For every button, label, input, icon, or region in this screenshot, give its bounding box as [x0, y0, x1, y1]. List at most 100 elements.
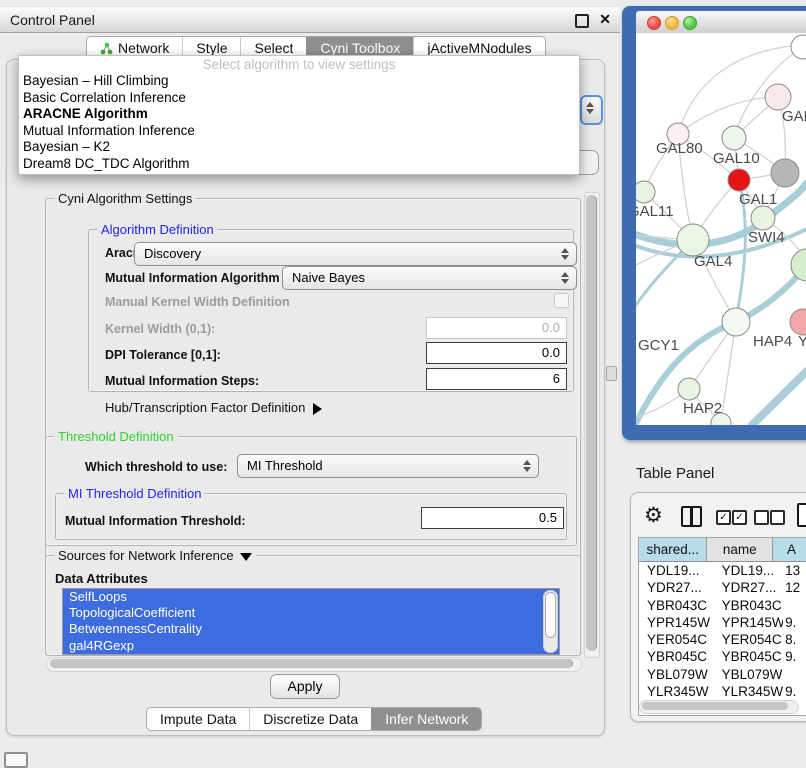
- settings-vertical-scrollbar[interactable]: [584, 192, 600, 658]
- table-cell: YBL079W: [713, 666, 784, 683]
- network-edge[interactable]: [721, 322, 736, 421]
- table-body: YDL19...YDL19...13YDR27...YDR27...12YBR0…: [639, 562, 806, 716]
- which-threshold-value: MI Threshold: [247, 458, 323, 473]
- table-row[interactable]: YER054CYER054C8.: [639, 631, 806, 648]
- column-header-shared[interactable]: shared...: [639, 538, 707, 561]
- column-header-a[interactable]: A: [773, 538, 806, 561]
- table-header-row: shared...nameA: [639, 538, 806, 562]
- table-cell: YER054C: [639, 631, 713, 648]
- threshold-definition-label: Threshold Definition: [54, 429, 178, 444]
- close-window-icon[interactable]: [647, 16, 661, 30]
- table-cell: 12: [783, 579, 806, 596]
- table-cell: YDL19...: [713, 562, 784, 579]
- document-icon[interactable]: [797, 503, 806, 527]
- mi-threshold-field[interactable]: 0.5: [421, 507, 564, 529]
- table-row[interactable]: YPR145WYPR145W9.: [639, 614, 806, 631]
- table-cell: [783, 666, 806, 683]
- mi-type-combo[interactable]: Naive Bayes: [282, 266, 577, 290]
- attribute-item-gal4rgexp[interactable]: gal4RGexp: [63, 638, 559, 654]
- inference-algorithm-combo-arrow[interactable]: [580, 95, 603, 125]
- network-edge[interactable]: [752, 371, 806, 425]
- network-node-gal10[interactable]: [722, 126, 746, 150]
- node-label: GAL1: [739, 191, 777, 208]
- tab-infer-network[interactable]: Infer Network: [371, 708, 481, 730]
- network-node-gal4[interactable]: [677, 224, 709, 256]
- minimize-window-icon[interactable]: [665, 16, 679, 30]
- select-all-checkbox2-icon[interactable]: ✓: [732, 510, 747, 525]
- network-node-hap2[interactable]: [678, 378, 700, 400]
- network-node-gal1[interactable]: [728, 169, 750, 191]
- deselect-all-checkbox-icon[interactable]: [754, 510, 769, 525]
- manual-kernel-checkbox[interactable]: [554, 293, 569, 308]
- tab-label: Network: [118, 40, 169, 56]
- network-window: GALGAL80GAL10GAL1GAL11SWI4GAL4HAP4YGCY1H…: [622, 6, 806, 440]
- table-cell: [783, 597, 806, 614]
- split-columns-icon[interactable]: [681, 506, 702, 527]
- deselect-all-checkbox2-icon[interactable]: [770, 510, 785, 525]
- table-cell: YBL079W: [639, 666, 713, 683]
- attribute-item-betweennesscentrality[interactable]: BetweennessCentrality: [63, 621, 559, 637]
- table-cell: YDL19...: [639, 562, 713, 579]
- dropdown-item-mutual-information-inference[interactable]: Mutual Information Inference: [19, 123, 579, 140]
- network-node-gal11[interactable]: [636, 181, 655, 203]
- dpi-tolerance-label: DPI Tolerance [0,1]:: [105, 348, 221, 362]
- dropdown-item-aracne-algorithm[interactable]: ARACNE Algorithm: [19, 106, 579, 123]
- which-threshold-combo[interactable]: MI Threshold: [237, 454, 539, 478]
- dropdown-item-basic-correlation-inference[interactable]: Basic Correlation Inference: [19, 90, 579, 107]
- sources-group-label[interactable]: Sources for Network Inference: [54, 548, 256, 563]
- table-row[interactable]: YLR345WYLR345W9.: [639, 683, 806, 700]
- hub-definition-expander[interactable]: Hub/Transcription Factor Definition: [105, 400, 322, 415]
- table-row[interactable]: YBR043CYBR043C: [639, 597, 806, 614]
- network-node-swi4[interactable]: [751, 206, 775, 230]
- collapsed-panel-icon[interactable]: [4, 752, 28, 768]
- network-node[interactable]: [771, 159, 799, 187]
- mi-threshold-label: Mutual Information Threshold:: [65, 514, 246, 528]
- table-row[interactable]: YBL079WYBL079W: [639, 666, 806, 683]
- network-node-y[interactable]: [790, 309, 806, 335]
- dropdown-item-bayesian-k2[interactable]: Bayesian – K2: [19, 139, 579, 156]
- network-canvas[interactable]: GALGAL80GAL10GAL1GAL11SWI4GAL4HAP4YGCY1H…: [636, 33, 806, 425]
- attributes-list-scrollbar[interactable]: [543, 590, 558, 653]
- table-cell: 9.: [783, 648, 806, 665]
- kernel-width-field[interactable]: 0.0: [426, 317, 567, 339]
- node-label: GAL11: [636, 203, 674, 220]
- table-row[interactable]: YDL19...YDL19...13: [639, 562, 806, 579]
- dropdown-item-bayesian-hill-climbing[interactable]: Bayesian – Hill Climbing: [19, 73, 579, 90]
- close-panel-icon[interactable]: ✕: [599, 11, 611, 28]
- hub-definition-label: Hub/Transcription Factor Definition: [105, 400, 305, 415]
- column-header-name[interactable]: name: [707, 538, 773, 561]
- table-row[interactable]: YDR27...YDR27...12: [639, 579, 806, 596]
- network-node[interactable]: [791, 35, 806, 59]
- network-node-gal[interactable]: [765, 84, 791, 110]
- dropdown-item-dream8-dc-tdc-algorithm[interactable]: Dream8 DC_TDC Algorithm: [19, 156, 579, 173]
- float-panel-icon[interactable]: [575, 14, 589, 28]
- network-window-titlebar[interactable]: [636, 11, 806, 34]
- gear-icon[interactable]: ⚙: [644, 503, 663, 528]
- node-label: GAL4: [694, 253, 732, 270]
- tab-impute-data[interactable]: Impute Data: [147, 708, 249, 730]
- combo-arrows-icon: [586, 101, 594, 115]
- tab-label: jActiveMNodules: [427, 40, 531, 56]
- dpi-tolerance-field[interactable]: 0.0: [426, 342, 567, 364]
- zoom-window-icon[interactable]: [683, 16, 697, 30]
- attribute-item-topologicalcoefficient[interactable]: TopologicalCoefficient: [63, 605, 559, 621]
- network-node-hap4[interactable]: [722, 308, 750, 336]
- mi-steps-field[interactable]: 6: [426, 368, 567, 390]
- settings-horizontal-scrollbar[interactable]: [46, 657, 582, 672]
- table-row[interactable]: YBR045CYBR045C9.: [639, 648, 806, 665]
- tab-label: Discretize Data: [263, 711, 358, 727]
- control-panel-titlebar: Control Panel ✕: [0, 6, 620, 33]
- panel-divider-handle[interactable]: [606, 366, 617, 381]
- attribute-item-selfloops[interactable]: SelfLoops: [63, 589, 559, 605]
- network-node[interactable]: [791, 249, 806, 281]
- node-label: GAL10: [713, 150, 760, 167]
- cyni-algorithm-settings-label: Cyni Algorithm Settings: [54, 191, 196, 206]
- select-all-checkbox-icon[interactable]: ✓: [716, 510, 731, 525]
- tab-discretize-data[interactable]: Discretize Data: [249, 708, 371, 730]
- aracne-mode-combo[interactable]: Discovery: [134, 242, 577, 266]
- table-horizontal-scrollbar[interactable]: [639, 700, 799, 714]
- which-threshold-label: Which threshold to use:: [85, 460, 227, 474]
- data-attributes-list: SelfLoopsTopologicalCoefficientBetweenne…: [62, 588, 560, 655]
- tab-label: Cyni Toolbox: [320, 40, 400, 56]
- apply-button[interactable]: Apply: [270, 674, 340, 699]
